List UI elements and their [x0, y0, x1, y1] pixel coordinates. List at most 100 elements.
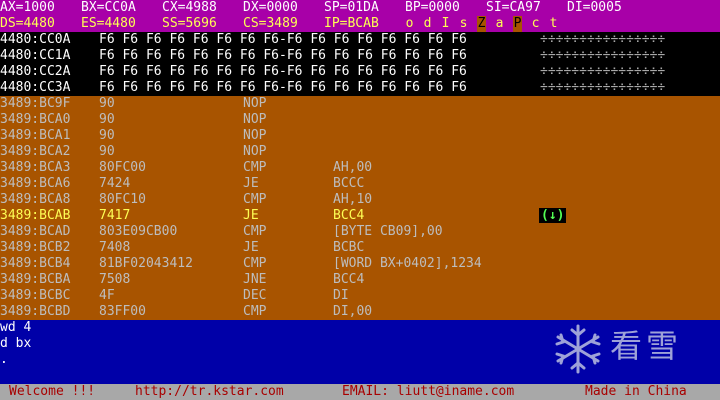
disasm-operands: DI: [333, 288, 349, 303]
disasm-address: 3489:BCA8: [0, 192, 71, 207]
flag-auxiliary: a: [495, 16, 504, 31]
flag-carry: c: [531, 16, 540, 31]
flag-interrupt: I: [441, 16, 450, 31]
disasm-row: 3489:BCA1 90 NOP: [0, 128, 720, 144]
register-sp: SP=01DA: [324, 0, 379, 15]
email-text[interactable]: EMAIL: liutt@iname.com: [342, 384, 514, 400]
memory-dump-panel[interactable]: 4480:CC0A F6 F6 F6 F6 F6 F6 F6 F6-F6 F6 …: [0, 32, 720, 96]
disasm-operands: DI,00: [333, 304, 373, 319]
disasm-hex: 90: [99, 96, 115, 111]
made-in-text: Made in China: [585, 384, 687, 399]
dump-row: 4480:CC1A F6 F6 F6 F6 F6 F6 F6 F6-F6 F6 …: [0, 48, 720, 64]
register-cx: CX=4988: [162, 0, 217, 15]
disasm-row: 3489:BCAD 803E09CB00 CMP [BYTE CB09],00: [0, 224, 720, 240]
disasm-mnemonic: JE: [243, 240, 259, 255]
dump-row: 4480:CC2A F6 F6 F6 F6 F6 F6 F6 F6-F6 F6 …: [0, 64, 720, 80]
disasm-hex: 7424: [99, 176, 131, 191]
jump-taken-indicator: (↓): [539, 208, 567, 223]
dump-address: 4480:CC2A: [0, 64, 71, 79]
dump-address: 4480:CC3A: [0, 80, 71, 95]
disasm-mnemonic: NOP: [243, 112, 267, 127]
disasm-operands: AH,10: [333, 192, 373, 207]
disasm-mnemonic: NOP: [243, 144, 267, 159]
disasm-address: 3489:BC9F: [0, 96, 71, 111]
disasm-row: 3489:BCBC 4F DEC DI: [0, 288, 720, 304]
flag-zero: Z: [477, 16, 486, 32]
disasm-row: 3489:BC9F 90 NOP: [0, 96, 720, 112]
flag-overflow: o: [405, 16, 414, 31]
disasm-mnemonic: JNE: [243, 272, 267, 287]
disasm-operands: BCC4: [333, 208, 365, 223]
disasm-row: 3489:BCB4 81BF02043412 CMP [WORD BX+0402…: [0, 256, 720, 272]
disassembly-panel[interactable]: 3489:BC9F 90 NOP 3489:BCA0 90 NOP 3489:B…: [0, 96, 720, 320]
disasm-address: 3489:BCA2: [0, 144, 71, 159]
disasm-hex: 81BF02043412: [99, 256, 193, 271]
disasm-hex: 80FC00: [99, 160, 146, 175]
dump-ascii: ÷÷÷÷÷÷÷÷÷÷÷÷÷÷÷÷: [540, 80, 666, 95]
register-di: DI=0005: [567, 0, 622, 15]
register-ds: DS=4480: [0, 16, 55, 31]
disasm-address: 3489:BCBC: [0, 288, 71, 303]
disasm-hex: 4F: [99, 288, 115, 303]
dump-address: 4480:CC1A: [0, 48, 71, 63]
register-bx: BX=CC0A: [81, 0, 136, 15]
dump-bytes: F6 F6 F6 F6 F6 F6 F6 F6-F6 F6 F6 F6 F6 F…: [99, 32, 467, 47]
disasm-mnemonic: DEC: [243, 288, 267, 303]
disasm-row: 3489:BCA6 7424 JE BCCC: [0, 176, 720, 192]
disasm-hex: 90: [99, 128, 115, 143]
disasm-mnemonic: CMP: [243, 160, 267, 175]
register-ax: AX=1000: [0, 0, 55, 15]
disasm-address: 3489:BCA0: [0, 112, 71, 127]
disasm-hex: 90: [99, 112, 115, 127]
register-panel: AX=1000 BX=CC0A CX=4988 DX=0000 SP=01DA …: [0, 0, 720, 32]
dump-bytes: F6 F6 F6 F6 F6 F6 F6 F6-F6 F6 F6 F6 F6 F…: [99, 80, 467, 95]
disasm-operands: BCBC: [333, 240, 365, 255]
disasm-hex: 83FF00: [99, 304, 146, 319]
disasm-operands: AH,00: [333, 160, 373, 175]
disasm-address: 3489:BCB4: [0, 256, 71, 271]
disasm-operands: [BYTE CB09],00: [333, 224, 443, 239]
disasm-operands: [WORD BX+0402],1234: [333, 256, 482, 271]
disasm-address: 3489:BCB2: [0, 240, 71, 255]
disasm-operands: BCC4: [333, 272, 365, 287]
disasm-hex: 7408: [99, 240, 131, 255]
disasm-row: 3489:BCA8 80FC10 CMP AH,10: [0, 192, 720, 208]
disasm-mnemonic: CMP: [243, 224, 267, 239]
disasm-hex: 90: [99, 144, 115, 159]
status-bar: Welcome !!! http://tr.kstar.com EMAIL: l…: [0, 384, 720, 400]
disasm-row: 3489:BCA3 80FC00 CMP AH,00: [0, 160, 720, 176]
register-ip: IP=BCAB: [324, 16, 379, 31]
dump-bytes: F6 F6 F6 F6 F6 F6 F6 F6-F6 F6 F6 F6 F6 F…: [99, 64, 467, 79]
disasm-hex: 80FC10: [99, 192, 146, 207]
logo-text: 看雪: [610, 327, 683, 365]
flag-sign: s: [459, 16, 468, 31]
disasm-address: 3489:BCBD: [0, 304, 71, 319]
register-cs: CS=3489: [243, 16, 298, 31]
register-row-1: AX=1000 BX=CC0A CX=4988 DX=0000 SP=01DA …: [0, 0, 720, 16]
snowflake-icon: [555, 324, 601, 374]
disasm-row: 3489:BCB2 7408 JE BCBC: [0, 240, 720, 256]
register-si: SI=CA97: [486, 0, 541, 15]
register-es: ES=4480: [81, 16, 136, 31]
register-bp: BP=0000: [405, 0, 460, 15]
disasm-address: 3489:BCA3: [0, 160, 71, 175]
disasm-hex: 7417: [99, 208, 131, 223]
website-link[interactable]: http://tr.kstar.com: [135, 384, 284, 400]
dump-address: 4480:CC0A: [0, 32, 71, 47]
flag-direction: d: [423, 16, 432, 31]
dump-ascii: ÷÷÷÷÷÷÷÷÷÷÷÷÷÷÷÷: [540, 64, 666, 79]
disasm-row: 3489:BCBD 83FF00 CMP DI,00: [0, 304, 720, 320]
dump-ascii: ÷÷÷÷÷÷÷÷÷÷÷÷÷÷÷÷: [540, 32, 666, 47]
disasm-mnemonic: JE: [243, 176, 259, 191]
dump-row: 4480:CC0A F6 F6 F6 F6 F6 F6 F6 F6-F6 F6 …: [0, 32, 720, 48]
disasm-mnemonic: CMP: [243, 304, 267, 319]
disasm-address: 3489:BCBA: [0, 272, 71, 287]
flag-trap: t: [549, 16, 558, 31]
disasm-mnemonic: NOP: [243, 96, 267, 111]
disasm-mnemonic: CMP: [243, 256, 267, 271]
register-row-2: DS=4480 ES=4480 SS=5696 CS=3489 IP=BCAB …: [0, 16, 720, 32]
dump-bytes: F6 F6 F6 F6 F6 F6 F6 F6-F6 F6 F6 F6 F6 F…: [99, 48, 467, 63]
disasm-row: 3489:BCA2 90 NOP: [0, 144, 720, 160]
disasm-address: 3489:BCA1: [0, 128, 71, 143]
disasm-row: 3489:BCBA 7508 JNE BCC4: [0, 272, 720, 288]
